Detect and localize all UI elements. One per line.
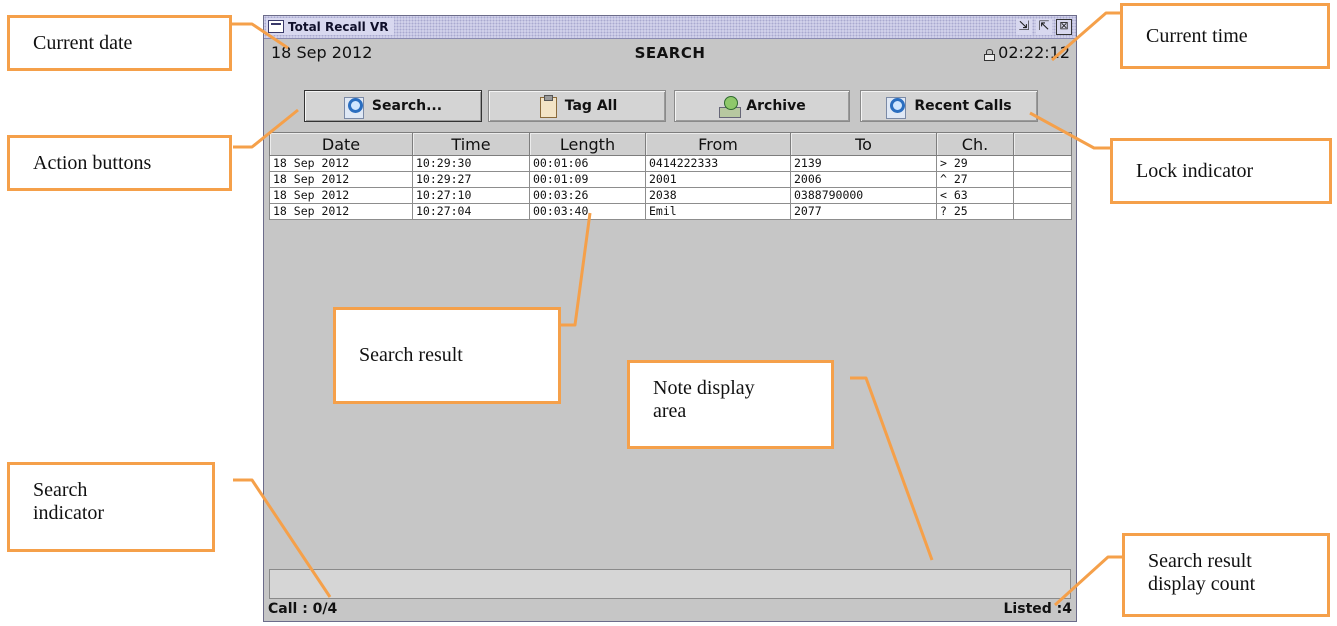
cell-extra xyxy=(1013,187,1072,204)
close-icon[interactable]: ⊠ xyxy=(1056,19,1072,35)
note-display-area[interactable] xyxy=(269,569,1071,599)
cell-date: 18 Sep 2012 xyxy=(269,155,413,172)
app-window-icon xyxy=(268,20,284,33)
cell-time: 10:27:10 xyxy=(412,187,530,204)
table-row[interactable]: 18 Sep 2012 10:29:30 00:01:06 0414222333… xyxy=(269,155,1072,172)
cell-channel: ^ 27 xyxy=(936,171,1014,188)
cell-from: 0414222333 xyxy=(645,155,791,172)
cell-channel: ? 25 xyxy=(936,203,1014,220)
archive-button-label: Archive xyxy=(746,98,806,114)
window-title: Total Recall VR xyxy=(288,19,389,34)
cell-from: 2038 xyxy=(645,187,791,204)
callout-current-date-text: Current date xyxy=(33,31,133,54)
cell-extra xyxy=(1013,171,1072,188)
callout-note-display-area: Note display area xyxy=(627,360,834,449)
callout-search-result-count-text: Search result display count xyxy=(1148,550,1256,595)
column-header-length[interactable]: Length xyxy=(529,132,646,156)
archive-button[interactable]: Archive xyxy=(674,90,850,122)
column-header-time[interactable]: Time xyxy=(412,132,530,156)
info-bar: 18 Sep 2012 SEARCH 02:22:12 xyxy=(264,40,1076,66)
column-header-date[interactable]: Date xyxy=(269,132,413,156)
search-button[interactable]: Search... xyxy=(304,90,482,122)
screen-title: SEARCH xyxy=(634,44,706,62)
column-header-channel[interactable]: Ch. xyxy=(936,132,1014,156)
search-icon xyxy=(343,95,366,119)
cell-time: 10:27:04 xyxy=(412,203,530,220)
search-button-label: Search... xyxy=(371,98,443,114)
search-results-table: Date Time Length From To Ch. 18 Sep 2012… xyxy=(269,132,1072,220)
maximize-icon[interactable]: ⇱ xyxy=(1036,19,1052,35)
cell-from: Emil xyxy=(645,203,791,220)
cell-to: 0388790000 xyxy=(790,187,937,204)
cell-to: 2077 xyxy=(790,203,937,220)
tag-all-button[interactable]: Tag All xyxy=(488,90,666,122)
callout-action-buttons: Action buttons xyxy=(7,135,232,191)
cell-length: 00:03:26 xyxy=(529,187,646,204)
table-row[interactable]: 18 Sep 2012 10:27:10 00:03:26 2038 03887… xyxy=(269,187,1072,204)
cell-date: 18 Sep 2012 xyxy=(269,187,413,204)
archive-disc-icon xyxy=(718,95,742,118)
callout-current-date: Current date xyxy=(7,15,232,71)
table-row[interactable]: 18 Sep 2012 10:29:27 00:01:09 2001 2006 … xyxy=(269,171,1072,188)
cell-length: 00:01:06 xyxy=(529,155,646,172)
column-header-extra[interactable] xyxy=(1013,132,1072,156)
callout-search-indicator: Search indicator xyxy=(7,462,215,552)
cell-length: 00:01:09 xyxy=(529,171,646,188)
column-header-from[interactable]: From xyxy=(645,132,791,156)
window-title-group: Total Recall VR xyxy=(266,18,395,35)
cell-extra xyxy=(1013,155,1072,172)
callout-search-result-text: Search result xyxy=(359,344,463,366)
callout-current-time: Current time xyxy=(1120,3,1330,69)
table-header-row: Date Time Length From To Ch. xyxy=(269,132,1072,156)
search-result-count: Listed :4 xyxy=(1003,601,1072,617)
callout-lock-indicator: Lock indicator xyxy=(1110,138,1332,204)
cell-channel: > 29 xyxy=(936,155,1014,172)
callout-current-time-text: Current time xyxy=(1146,24,1248,47)
cell-to: 2006 xyxy=(790,171,937,188)
cell-date: 18 Sep 2012 xyxy=(269,171,413,188)
search-indicator: Call : 0/4 xyxy=(268,601,338,617)
current-time: 02:22:12 xyxy=(998,43,1070,62)
cell-time: 10:29:30 xyxy=(412,155,530,172)
table-row[interactable]: 18 Sep 2012 10:27:04 00:03:40 Emil 2077 … xyxy=(269,203,1072,220)
tag-all-button-label: Tag All xyxy=(564,98,618,114)
callout-search-result-count: Search result display count xyxy=(1122,533,1330,617)
callout-search-indicator-text: Search indicator xyxy=(33,479,105,524)
recent-calls-button-label: Recent Calls xyxy=(914,98,1012,114)
callout-lock-indicator-text: Lock indicator xyxy=(1136,159,1254,182)
search-icon xyxy=(886,95,908,119)
lock-icon xyxy=(983,49,996,61)
title-bar[interactable]: Total Recall VR ⇲ ⇱ ⊠ xyxy=(264,16,1076,39)
cell-date: 18 Sep 2012 xyxy=(269,203,413,220)
cell-from: 2001 xyxy=(645,171,791,188)
callout-note-display-area-text: Note display area xyxy=(653,377,755,422)
clipboard-icon xyxy=(537,95,559,118)
column-header-to[interactable]: To xyxy=(790,132,937,156)
callout-search-result: Search result xyxy=(333,307,561,404)
callout-action-buttons-text: Action buttons xyxy=(33,151,152,174)
cell-channel: < 63 xyxy=(936,187,1014,204)
cell-time: 10:29:27 xyxy=(412,171,530,188)
minimize-icon[interactable]: ⇲ xyxy=(1016,19,1032,35)
cell-to: 2139 xyxy=(790,155,937,172)
cell-extra xyxy=(1013,203,1072,220)
recent-calls-button[interactable]: Recent Calls xyxy=(860,90,1038,122)
cell-length: 00:03:40 xyxy=(529,203,646,220)
current-time-group: 02:22:12 xyxy=(983,43,1070,62)
